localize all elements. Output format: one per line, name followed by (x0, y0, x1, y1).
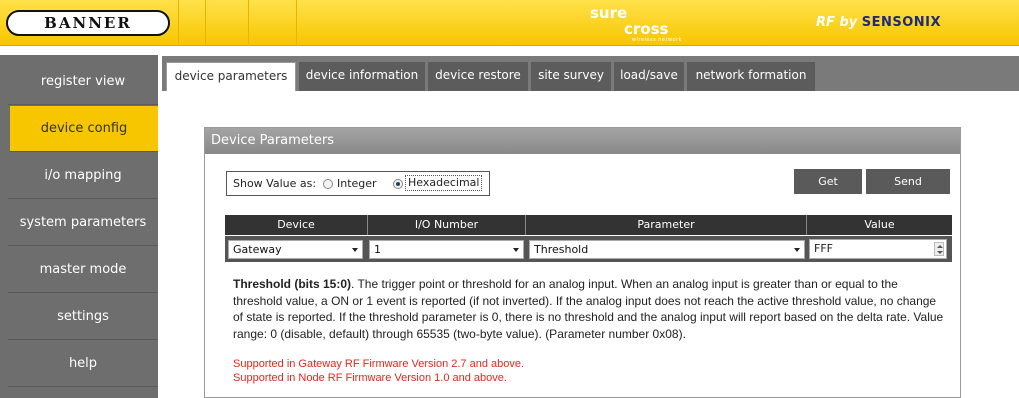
io-number-select[interactable]: 1 (369, 240, 524, 259)
column-header-io-number: I/O Number (368, 215, 526, 235)
device-select-value: Gateway (233, 243, 282, 256)
sidebar-item-label: help (68, 356, 98, 371)
header-divider (296, 0, 297, 46)
chevron-down-icon (513, 248, 519, 252)
send-button[interactable]: Send (866, 169, 950, 194)
app-header: BANNER sure cross wireless network RF by… (0, 0, 1019, 46)
sidebar-item-io-mapping[interactable]: i/o mapping (8, 153, 158, 199)
header-divider (178, 0, 179, 46)
parameter-table-header: Device I/O Number Parameter Value (225, 215, 952, 235)
integer-radio-label[interactable]: Integer (337, 177, 377, 190)
parameter-select[interactable]: Threshold (529, 240, 805, 259)
banner-logo: BANNER (6, 10, 170, 36)
show-value-label: Show Value as: (233, 177, 317, 190)
tab-load-save[interactable]: load/save (614, 62, 684, 91)
banner-logo-text: BANNER (44, 14, 132, 32)
surecross-cross: cross (624, 20, 669, 38)
value-input[interactable]: FFF (809, 239, 947, 259)
column-header-device: Device (225, 215, 368, 235)
panel-title: Device Parameters (205, 128, 960, 154)
surecross-subtitle: wireless network (632, 37, 683, 43)
sidebar-item-system-parameters[interactable]: system parameters (8, 200, 158, 246)
header-divider (205, 0, 206, 46)
sidebar-item-device-config[interactable]: device config (10, 106, 158, 152)
surecross-logo: sure cross wireless network (590, 4, 730, 43)
sidebar-item-label: device config (40, 121, 128, 136)
spinner-down-icon (937, 251, 943, 254)
header-divider (248, 0, 249, 46)
value-spinner[interactable] (934, 242, 944, 256)
rf-by-sensonix-logo: RF by SENSONIX (816, 15, 941, 30)
column-header-value: Value (864, 218, 895, 231)
hexadecimal-radio-label[interactable]: Hexadecimal (405, 175, 483, 191)
gateway-support-note: Supported in Gateway RF Firmware Version… (233, 358, 525, 370)
sidebar-item-settings[interactable]: settings (8, 294, 158, 340)
sidebar-item-label: master mode (39, 262, 127, 277)
get-button[interactable]: Get (794, 169, 862, 194)
tab-site-survey[interactable]: site survey (531, 62, 611, 91)
rf-by-text: RF by (816, 15, 858, 30)
node-support-note: Supported in Node RF Firmware Version 1.… (233, 372, 507, 384)
parameter-select-value: Threshold (534, 243, 589, 256)
tab-device-information[interactable]: device information (299, 62, 425, 91)
sidebar-item-label: settings (57, 309, 109, 324)
parameter-description: Threshold (bits 15:0). The trigger point… (233, 276, 945, 342)
sidebar-item-help[interactable]: help (8, 341, 158, 387)
surecross-sure: sure (590, 4, 628, 22)
tab-network-formation[interactable]: network formation (687, 62, 815, 91)
sidebar-item-label: i/o mapping (44, 168, 122, 183)
integer-radio[interactable] (323, 179, 333, 189)
sidebar-item-label: register view (40, 74, 126, 89)
io-number-select-value: 1 (374, 243, 381, 256)
hexadecimal-radio[interactable] (393, 179, 403, 189)
sidebar-nav: register view device config i/o mapping … (0, 55, 158, 398)
radio-selected-dot (396, 182, 400, 186)
sidebar-item-register-view[interactable]: register view (8, 59, 158, 105)
tab-device-restore[interactable]: device restore (428, 62, 528, 91)
sidebar-item-label: system parameters (19, 215, 147, 230)
sensonix-brand: SENSONIX (861, 15, 942, 30)
sidebar-item-master-mode[interactable]: master mode (8, 247, 158, 293)
chevron-down-icon (352, 248, 358, 252)
active-indicator-arrow-icon (0, 119, 10, 139)
chevron-down-icon (794, 248, 800, 252)
spinner-up-icon (937, 245, 943, 248)
column-header-parameter: Parameter (526, 215, 807, 235)
value-input-text: FFF (814, 242, 833, 255)
parameter-description-title: Threshold (bits 15:0) (233, 277, 352, 291)
tab-device-parameters[interactable]: device parameters (166, 62, 296, 91)
device-select[interactable]: Gateway (228, 240, 363, 259)
show-value-as-group: Show Value as: Integer Hexadecimal (226, 171, 490, 196)
